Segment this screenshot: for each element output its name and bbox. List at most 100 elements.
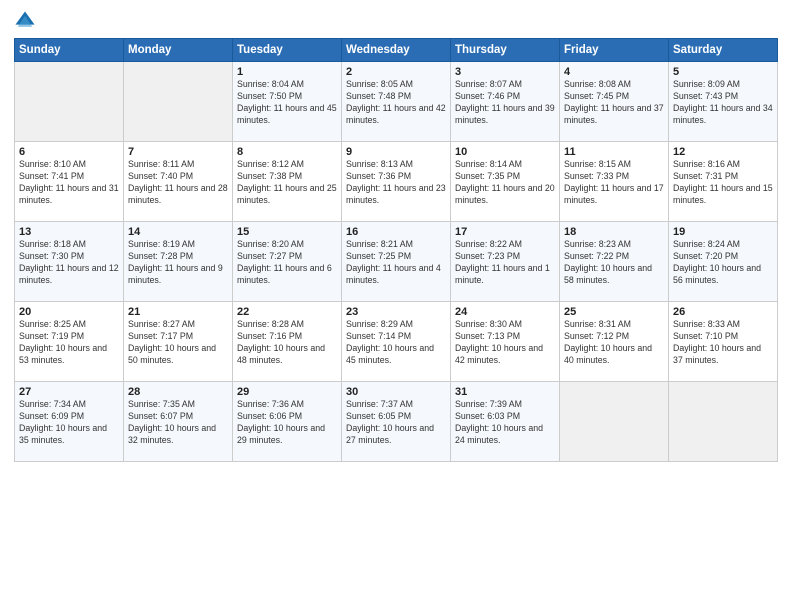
day-detail: Sunrise: 7:36 AM Sunset: 6:06 PM Dayligh… [237,399,325,445]
day-detail: Sunrise: 8:20 AM Sunset: 7:27 PM Dayligh… [237,239,332,285]
page: SundayMondayTuesdayWednesdayThursdayFrid… [0,0,792,612]
day-number: 3 [455,66,555,78]
weekday-header-cell: Saturday [669,39,778,62]
calendar-day-cell: 5Sunrise: 8:09 AM Sunset: 7:43 PM Daylig… [669,62,778,142]
day-number: 11 [564,146,664,158]
day-detail: Sunrise: 8:07 AM Sunset: 7:46 PM Dayligh… [455,79,555,125]
calendar-day-cell: 24Sunrise: 8:30 AM Sunset: 7:13 PM Dayli… [451,302,560,382]
calendar-day-cell: 23Sunrise: 8:29 AM Sunset: 7:14 PM Dayli… [342,302,451,382]
calendar-day-cell: 17Sunrise: 8:22 AM Sunset: 7:23 PM Dayli… [451,222,560,302]
day-detail: Sunrise: 8:18 AM Sunset: 7:30 PM Dayligh… [19,239,119,285]
calendar-day-cell [15,62,124,142]
day-number: 8 [237,146,337,158]
day-number: 20 [19,306,119,318]
calendar-day-cell: 8Sunrise: 8:12 AM Sunset: 7:38 PM Daylig… [233,142,342,222]
day-detail: Sunrise: 8:31 AM Sunset: 7:12 PM Dayligh… [564,319,652,365]
calendar-body: 1Sunrise: 8:04 AM Sunset: 7:50 PM Daylig… [15,62,778,462]
day-detail: Sunrise: 8:14 AM Sunset: 7:35 PM Dayligh… [455,159,555,205]
calendar-day-cell: 1Sunrise: 8:04 AM Sunset: 7:50 PM Daylig… [233,62,342,142]
day-number: 25 [564,306,664,318]
calendar-day-cell: 15Sunrise: 8:20 AM Sunset: 7:27 PM Dayli… [233,222,342,302]
calendar-day-cell: 30Sunrise: 7:37 AM Sunset: 6:05 PM Dayli… [342,382,451,462]
day-detail: Sunrise: 8:29 AM Sunset: 7:14 PM Dayligh… [346,319,434,365]
day-number: 31 [455,386,555,398]
day-number: 13 [19,226,119,238]
weekday-header-cell: Monday [124,39,233,62]
day-number: 9 [346,146,446,158]
day-number: 7 [128,146,228,158]
day-detail: Sunrise: 8:08 AM Sunset: 7:45 PM Dayligh… [564,79,664,125]
calendar-day-cell: 31Sunrise: 7:39 AM Sunset: 6:03 PM Dayli… [451,382,560,462]
day-number: 21 [128,306,228,318]
day-detail: Sunrise: 8:23 AM Sunset: 7:22 PM Dayligh… [564,239,652,285]
weekday-header-cell: Tuesday [233,39,342,62]
calendar-day-cell [669,382,778,462]
calendar-day-cell: 28Sunrise: 7:35 AM Sunset: 6:07 PM Dayli… [124,382,233,462]
day-number: 15 [237,226,337,238]
calendar-day-cell: 10Sunrise: 8:14 AM Sunset: 7:35 PM Dayli… [451,142,560,222]
calendar-table: SundayMondayTuesdayWednesdayThursdayFrid… [14,38,778,462]
day-detail: Sunrise: 8:19 AM Sunset: 7:28 PM Dayligh… [128,239,223,285]
logo-icon [14,10,36,32]
day-detail: Sunrise: 8:25 AM Sunset: 7:19 PM Dayligh… [19,319,107,365]
day-number: 12 [673,146,773,158]
calendar-day-cell: 3Sunrise: 8:07 AM Sunset: 7:46 PM Daylig… [451,62,560,142]
logo [14,10,40,32]
weekday-header-cell: Thursday [451,39,560,62]
day-detail: Sunrise: 8:04 AM Sunset: 7:50 PM Dayligh… [237,79,337,125]
day-number: 18 [564,226,664,238]
day-detail: Sunrise: 8:12 AM Sunset: 7:38 PM Dayligh… [237,159,337,205]
day-number: 1 [237,66,337,78]
day-number: 26 [673,306,773,318]
calendar-day-cell: 16Sunrise: 8:21 AM Sunset: 7:25 PM Dayli… [342,222,451,302]
header [14,10,778,32]
day-number: 14 [128,226,228,238]
calendar-day-cell: 19Sunrise: 8:24 AM Sunset: 7:20 PM Dayli… [669,222,778,302]
day-number: 5 [673,66,773,78]
calendar-week-row: 20Sunrise: 8:25 AM Sunset: 7:19 PM Dayli… [15,302,778,382]
calendar-day-cell: 27Sunrise: 7:34 AM Sunset: 6:09 PM Dayli… [15,382,124,462]
day-number: 16 [346,226,446,238]
day-number: 27 [19,386,119,398]
day-number: 23 [346,306,446,318]
calendar-day-cell: 11Sunrise: 8:15 AM Sunset: 7:33 PM Dayli… [560,142,669,222]
day-detail: Sunrise: 8:16 AM Sunset: 7:31 PM Dayligh… [673,159,773,205]
day-detail: Sunrise: 7:34 AM Sunset: 6:09 PM Dayligh… [19,399,107,445]
calendar-day-cell: 7Sunrise: 8:11 AM Sunset: 7:40 PM Daylig… [124,142,233,222]
day-detail: Sunrise: 8:21 AM Sunset: 7:25 PM Dayligh… [346,239,441,285]
day-number: 30 [346,386,446,398]
calendar-day-cell: 13Sunrise: 8:18 AM Sunset: 7:30 PM Dayli… [15,222,124,302]
day-detail: Sunrise: 8:27 AM Sunset: 7:17 PM Dayligh… [128,319,216,365]
calendar-day-cell: 20Sunrise: 8:25 AM Sunset: 7:19 PM Dayli… [15,302,124,382]
day-number: 24 [455,306,555,318]
calendar-day-cell: 29Sunrise: 7:36 AM Sunset: 6:06 PM Dayli… [233,382,342,462]
day-detail: Sunrise: 7:39 AM Sunset: 6:03 PM Dayligh… [455,399,543,445]
calendar-day-cell: 14Sunrise: 8:19 AM Sunset: 7:28 PM Dayli… [124,222,233,302]
day-detail: Sunrise: 8:11 AM Sunset: 7:40 PM Dayligh… [128,159,228,205]
day-detail: Sunrise: 8:09 AM Sunset: 7:43 PM Dayligh… [673,79,773,125]
calendar-day-cell: 18Sunrise: 8:23 AM Sunset: 7:22 PM Dayli… [560,222,669,302]
day-detail: Sunrise: 7:35 AM Sunset: 6:07 PM Dayligh… [128,399,216,445]
calendar-day-cell: 21Sunrise: 8:27 AM Sunset: 7:17 PM Dayli… [124,302,233,382]
weekday-header-cell: Sunday [15,39,124,62]
day-number: 17 [455,226,555,238]
calendar-week-row: 27Sunrise: 7:34 AM Sunset: 6:09 PM Dayli… [15,382,778,462]
day-number: 4 [564,66,664,78]
day-number: 19 [673,226,773,238]
calendar-week-row: 6Sunrise: 8:10 AM Sunset: 7:41 PM Daylig… [15,142,778,222]
day-detail: Sunrise: 8:22 AM Sunset: 7:23 PM Dayligh… [455,239,550,285]
calendar-day-cell: 26Sunrise: 8:33 AM Sunset: 7:10 PM Dayli… [669,302,778,382]
calendar-week-row: 13Sunrise: 8:18 AM Sunset: 7:30 PM Dayli… [15,222,778,302]
calendar-day-cell: 4Sunrise: 8:08 AM Sunset: 7:45 PM Daylig… [560,62,669,142]
calendar-day-cell [560,382,669,462]
day-detail: Sunrise: 8:24 AM Sunset: 7:20 PM Dayligh… [673,239,761,285]
day-detail: Sunrise: 8:05 AM Sunset: 7:48 PM Dayligh… [346,79,446,125]
weekday-header: SundayMondayTuesdayWednesdayThursdayFrid… [15,39,778,62]
calendar-day-cell [124,62,233,142]
day-number: 2 [346,66,446,78]
calendar-day-cell: 12Sunrise: 8:16 AM Sunset: 7:31 PM Dayli… [669,142,778,222]
day-detail: Sunrise: 8:33 AM Sunset: 7:10 PM Dayligh… [673,319,761,365]
day-number: 28 [128,386,228,398]
day-detail: Sunrise: 8:13 AM Sunset: 7:36 PM Dayligh… [346,159,446,205]
weekday-header-cell: Friday [560,39,669,62]
